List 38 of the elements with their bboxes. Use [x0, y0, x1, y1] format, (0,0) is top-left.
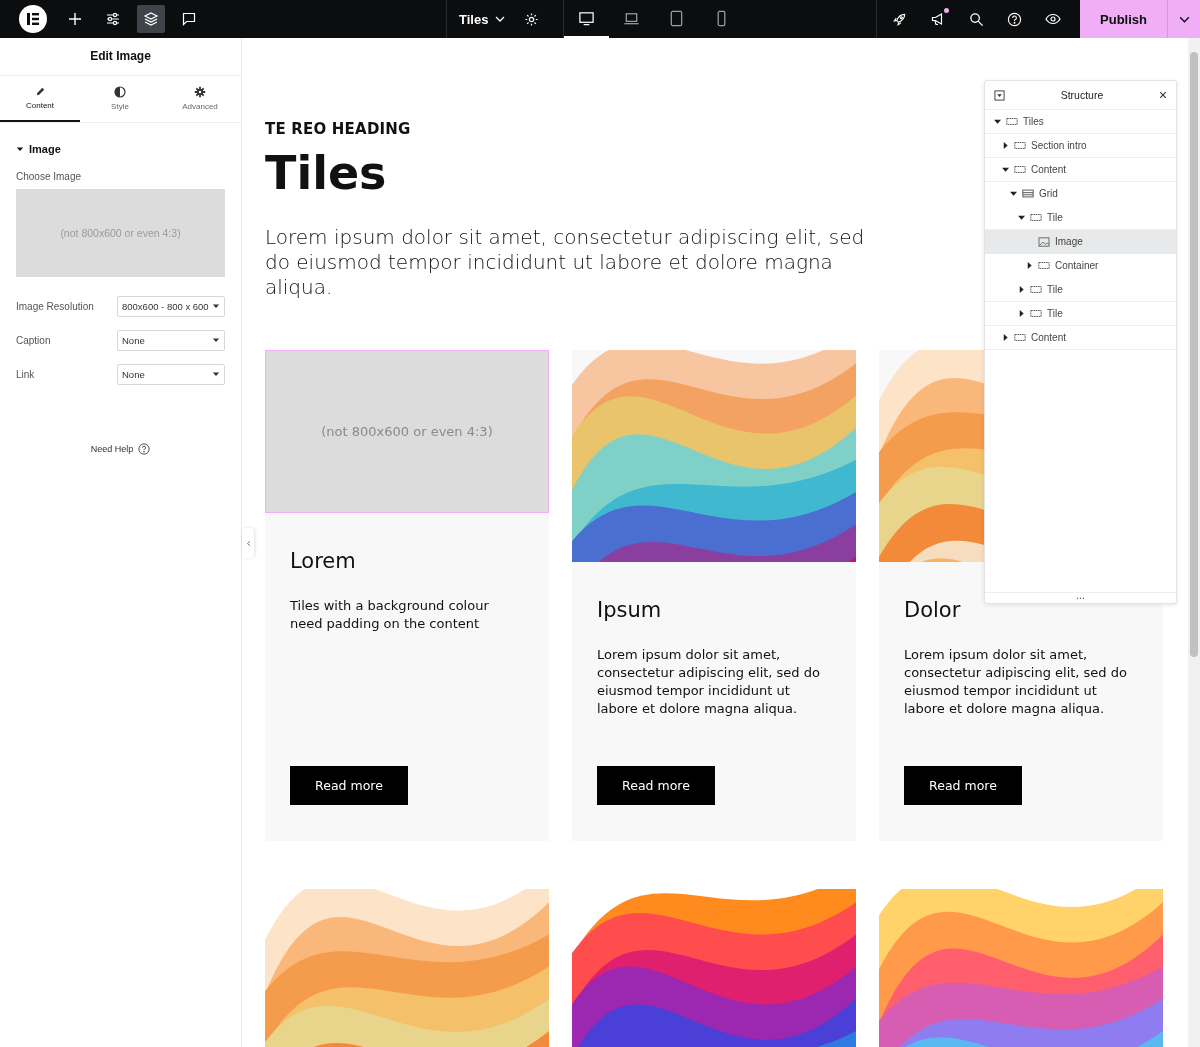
tree-item[interactable]: Content	[985, 326, 1176, 350]
section-toggle[interactable]: Image	[16, 143, 61, 155]
page-heading: Tiles	[265, 148, 387, 199]
section-eyebrow: TE REO HEADING	[265, 120, 411, 138]
tree-item[interactable]: Container	[985, 254, 1176, 278]
tree-item[interactable]: Section intro	[985, 134, 1176, 158]
tree-item[interactable]: Tile	[985, 278, 1176, 302]
select-field[interactable]: None	[117, 329, 225, 351]
panel-tab[interactable]: Style	[80, 76, 160, 122]
field-label: Caption	[16, 334, 51, 346]
read-more-button[interactable]: Read more	[597, 765, 715, 805]
help-link[interactable]: Need Help	[90, 444, 134, 454]
tree-item[interactable]: Content	[985, 158, 1176, 182]
field-label: Choose Image	[16, 171, 83, 182]
lead-paragraph: Lorem ipsum dolor sit amet, consectetur adipiscing elit, sed do eiusmod tempor incididunt ut labore et dolore magna aliqua.	[265, 224, 866, 300]
read-more-button[interactable]: Read more	[290, 765, 408, 805]
tile-title: Dolor	[904, 597, 961, 622]
tile-text: Tiles with a background colour need padding on the content	[290, 596, 490, 633]
tile-title: Ipsum	[597, 597, 662, 622]
panel-tab[interactable]: Content	[0, 76, 80, 122]
structure-title: Structure	[1060, 89, 1104, 101]
tile-text: Lorem ipsum dolor sit amet, consectetur adipiscing elit, sed do eiusmod tempor incididunt ut labore et dolore magna aliqua.	[904, 645, 1128, 718]
tile-text: Lorem ipsum dolor sit amet, consectetur adipiscing elit, sed do eiusmod tempor incididunt ut labore et dolore magna aliqua.	[597, 645, 821, 718]
tree-item[interactable]: Tile	[985, 302, 1176, 326]
tile-title: Lorem	[290, 548, 356, 573]
publish-button[interactable]: Publish	[1080, 0, 1167, 38]
read-more-button[interactable]: Read more	[904, 765, 1022, 805]
select-field[interactable]: None	[117, 363, 225, 385]
tree-item[interactable]: Tiles	[985, 110, 1176, 134]
more-handle[interactable]: ...	[1076, 590, 1085, 601]
field-label: Link	[16, 368, 35, 380]
panel-tab[interactable]: Advanced	[160, 76, 240, 122]
panel-title: Edit Image	[0, 38, 241, 76]
tree-item[interactable]: Grid	[985, 182, 1176, 206]
tree-item[interactable]: Image	[985, 230, 1176, 254]
field-label: Image Resolution	[16, 300, 94, 312]
select-field[interactable]: 800x600 - 800 x 600	[117, 295, 225, 317]
page-title-dropdown[interactable]: Tiles	[459, 11, 507, 27]
